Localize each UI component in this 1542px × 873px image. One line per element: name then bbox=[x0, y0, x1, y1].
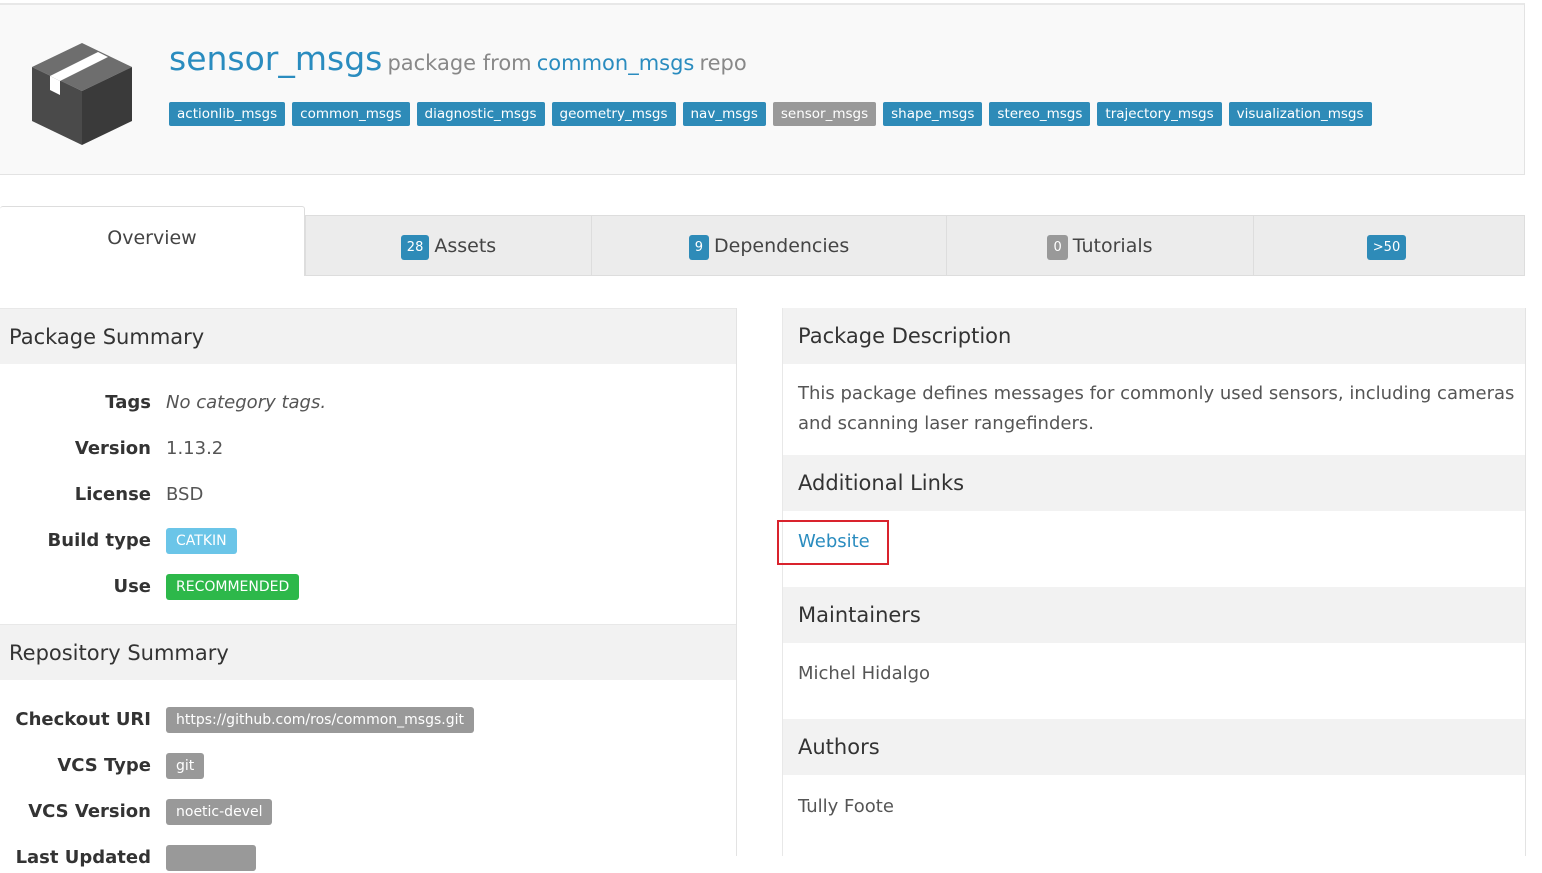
used-by-count-badge: >50 bbox=[1366, 234, 1407, 260]
package-tag-common-msgs[interactable]: common_msgs bbox=[292, 102, 410, 126]
package-tag-trajectory-msgs[interactable]: trajectory_msgs bbox=[1097, 102, 1222, 126]
tags-label: Tags bbox=[105, 392, 151, 413]
maintainers-heading: Maintainers bbox=[783, 587, 1525, 643]
package-summary-heading: Package Summary bbox=[0, 308, 736, 364]
tags-value: No category tags. bbox=[166, 392, 327, 413]
license-row: License BSD bbox=[0, 480, 736, 510]
website-link[interactable]: Website bbox=[798, 527, 870, 557]
repo-link[interactable]: common_msgs bbox=[537, 51, 695, 75]
package-tag-geometry-msgs[interactable]: geometry_msgs bbox=[551, 102, 676, 126]
tab-tutorials[interactable]: 0 Tutorials bbox=[946, 215, 1254, 276]
version-row: Version 1.13.2 bbox=[0, 434, 736, 464]
authors-heading: Authors bbox=[783, 719, 1525, 775]
build-type-row: Build type CATKIN bbox=[0, 526, 736, 556]
tab-dependencies[interactable]: 9 Dependencies bbox=[591, 215, 947, 276]
last-updated-label: Last Updated bbox=[15, 847, 151, 868]
tab-tutorials-label: Tutorials bbox=[1072, 234, 1153, 257]
vcs-type-row: VCS Type git bbox=[0, 751, 736, 781]
dependencies-count-badge: 9 bbox=[688, 234, 710, 260]
tab-overview[interactable]: Overview bbox=[0, 206, 305, 276]
version-label: Version bbox=[74, 438, 151, 459]
checkout-uri-badge[interactable]: https://github.com/ros/common_msgs.git bbox=[166, 707, 474, 733]
use-row: Use RECOMMENDED bbox=[0, 572, 736, 602]
assets-count-badge: 28 bbox=[400, 234, 430, 260]
description-line-1: This package defines messages for common… bbox=[798, 383, 1515, 404]
package-description-panel: Package Description This package defines… bbox=[777, 308, 1526, 856]
author-name: Tully Foote bbox=[798, 796, 894, 817]
additional-links-heading: Additional Links bbox=[783, 455, 1525, 511]
tutorials-count-badge: 0 bbox=[1047, 234, 1068, 260]
vcs-version-label: VCS Version bbox=[28, 801, 151, 822]
last-updated-row: Last Updated bbox=[0, 843, 736, 873]
package-tag-diagnostic-msgs[interactable]: diagnostic_msgs bbox=[416, 102, 545, 126]
tags-row: Tags No category tags. bbox=[0, 388, 736, 418]
package-tag-nav-msgs[interactable]: nav_msgs bbox=[682, 102, 766, 126]
vcs-type-label: VCS Type bbox=[57, 755, 151, 776]
package-box-icon bbox=[32, 43, 132, 145]
tab-used-by[interactable]: >50 bbox=[1253, 215, 1525, 276]
package-name: sensor_msgs bbox=[169, 39, 383, 78]
tab-assets[interactable]: 28 Assets bbox=[305, 215, 592, 276]
use-badge: RECOMMENDED bbox=[166, 574, 300, 600]
checkout-uri-label: Checkout URI bbox=[15, 709, 151, 730]
description-line-2: and scanning laser rangefinders. bbox=[798, 413, 1094, 434]
package-tabs: Overview 28 Assets 9 Dependencies 0 Tuto… bbox=[0, 206, 1525, 276]
last-updated-badge bbox=[166, 845, 256, 871]
tab-overview-label: Overview bbox=[107, 226, 197, 249]
license-value: BSD bbox=[166, 484, 204, 505]
version-value: 1.13.2 bbox=[166, 438, 224, 459]
package-tag-visualization-msgs[interactable]: visualization_msgs bbox=[1228, 102, 1372, 126]
package-header: sensor_msgs package from common_msgs rep… bbox=[0, 3, 1525, 175]
repository-summary-heading: Repository Summary bbox=[0, 624, 736, 680]
license-label: License bbox=[74, 484, 151, 505]
build-type-badge: CATKIN bbox=[166, 528, 237, 554]
package-description-heading: Package Description bbox=[783, 308, 1525, 364]
tab-dependencies-label: Dependencies bbox=[714, 234, 850, 257]
maintainer-name: Michel Hidalgo bbox=[798, 663, 931, 684]
checkout-uri-row: Checkout URI https://github.com/ros/comm… bbox=[0, 705, 736, 735]
vcs-type-badge: git bbox=[166, 753, 205, 779]
repo-suffix-text: repo bbox=[699, 51, 747, 75]
package-tag-stereo-msgs[interactable]: stereo_msgs bbox=[989, 102, 1091, 126]
package-title: sensor_msgs package from common_msgs rep… bbox=[169, 39, 747, 78]
package-from-text: package from bbox=[387, 51, 532, 75]
repo-package-tags: actionlib_msgs common_msgs diagnostic_ms… bbox=[169, 102, 1372, 126]
package-tag-actionlib-msgs[interactable]: actionlib_msgs bbox=[169, 102, 286, 126]
vcs-version-badge: noetic-devel bbox=[166, 799, 273, 825]
use-label: Use bbox=[113, 576, 151, 597]
vcs-version-row: VCS Version noetic-devel bbox=[0, 797, 736, 827]
build-type-label: Build type bbox=[47, 530, 151, 551]
tab-assets-label: Assets bbox=[434, 234, 497, 257]
package-tag-sensor-msgs[interactable]: sensor_msgs bbox=[772, 102, 877, 126]
package-tag-shape-msgs[interactable]: shape_msgs bbox=[883, 102, 983, 126]
